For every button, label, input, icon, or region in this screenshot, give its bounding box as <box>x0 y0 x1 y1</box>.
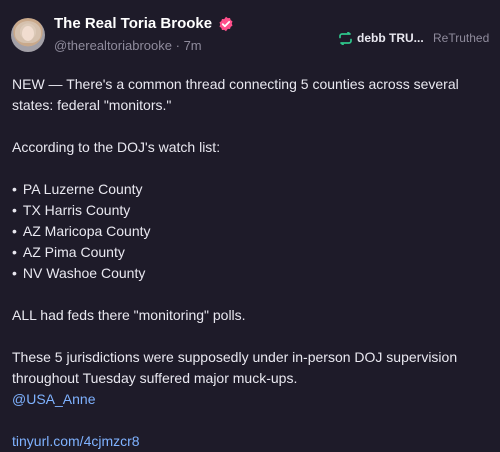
external-link[interactable]: tinyurl.com/4cjmzcr8 <box>12 433 140 449</box>
post-header: The Real Toria Brooke @therealtoriabrook… <box>0 0 500 66</box>
avatar-face <box>22 26 34 41</box>
retruth-info[interactable]: debb TRU... <box>338 31 424 45</box>
handle-row: @therealtoriabrooke · 7m <box>54 38 202 53</box>
county-list: PA Luzerne County TX Harris County AZ Ma… <box>12 179 488 284</box>
list-item: NV Washoe County <box>12 263 488 284</box>
handle[interactable]: @therealtoriabrooke <box>54 38 172 53</box>
post-intro: NEW — There's a common thread connecting… <box>12 76 459 113</box>
list-item: PA Luzerne County <box>12 179 488 200</box>
avatar[interactable] <box>11 18 45 52</box>
separator: · <box>175 38 180 53</box>
retruth-arrows-icon <box>339 31 352 45</box>
mention-link[interactable]: @USA_Anne <box>12 391 95 407</box>
verified-badge-icon <box>219 16 233 31</box>
list-item: AZ Maricopa County <box>12 221 488 242</box>
retruth-user[interactable]: debb TRU... <box>357 31 424 45</box>
list-item: TX Harris County <box>12 200 488 221</box>
display-name[interactable]: The Real Toria Brooke <box>54 15 212 32</box>
watchlist-intro: According to the DOJ's watch list: <box>12 139 221 155</box>
jurisdictions-line: These 5 jurisdictions were supposedly un… <box>12 349 458 386</box>
post-body: NEW — There's a common thread connecting… <box>12 74 488 452</box>
retruth-label: ReTruthed <box>433 31 490 45</box>
list-item: AZ Pima County <box>12 242 488 263</box>
name-row: The Real Toria Brooke <box>54 15 234 32</box>
feds-line: ALL had feds there "monitoring" polls. <box>12 307 246 323</box>
timestamp[interactable]: 7m <box>184 38 202 53</box>
